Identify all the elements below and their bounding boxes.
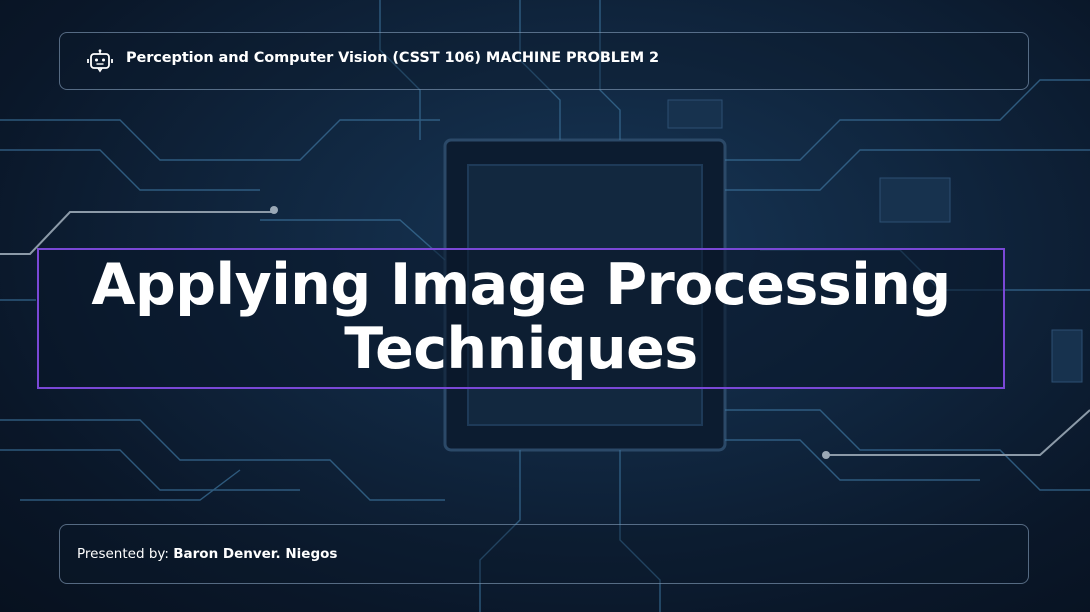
course-title: Perception and Computer Vision (CSST 106… [126, 50, 659, 66]
header-bar: Perception and Computer Vision (CSST 106… [59, 32, 1029, 90]
presentation-slide: Perception and Computer Vision (CSST 106… [0, 0, 1090, 612]
presenter-line: Presented by: Baron Denver. Niegos [77, 546, 337, 562]
robot-icon [87, 49, 113, 73]
presenter-name: Baron Denver. Niegos [173, 546, 338, 562]
slide-title: Applying Image Processing Techniques [91, 252, 951, 382]
presented-by-label: Presented by: [77, 546, 174, 562]
footer-bar: Presented by: Baron Denver. Niegos [59, 524, 1029, 584]
